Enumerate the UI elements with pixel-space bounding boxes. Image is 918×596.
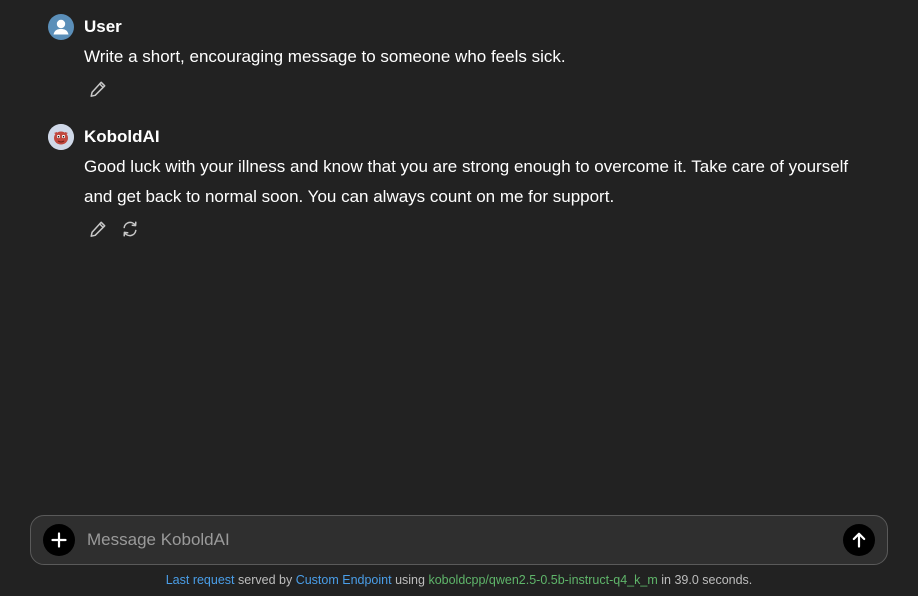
message-header: User [48,14,868,40]
message-user: User Write a short, encouraging message … [48,14,868,100]
edit-icon [90,221,106,237]
sender-name: KoboldAI [84,127,160,146]
duration-text: 39.0 seconds. [674,573,753,587]
add-button[interactable] [43,524,75,556]
edit-button[interactable] [88,79,108,99]
chat-page: User Write a short, encouraging message … [0,0,918,596]
message-input[interactable] [85,524,833,556]
edit-icon [90,81,106,97]
kobold-avatar [48,124,74,150]
message-composer [30,515,888,565]
served-by-text: served by [238,573,293,587]
in-text: in [661,573,671,587]
message-header: KoboldAI [48,124,868,150]
message-actions [88,78,868,100]
request-info-footer: Last request served by Custom Endpoint u… [0,573,918,587]
message-text: Good luck with your illness and know tha… [84,157,849,206]
message-assistant: KoboldAI Good luck with your illness and… [48,124,868,240]
send-button[interactable] [843,524,875,556]
sender-name: User [84,17,122,36]
plus-icon [51,532,67,548]
kobold-logo-icon [48,124,74,150]
using-text: using [395,573,425,587]
regenerate-icon [123,221,137,237]
endpoint-link[interactable]: Custom Endpoint [296,573,392,587]
last-request-link[interactable]: Last request [166,573,235,587]
message-text: Write a short, encouraging message to so… [84,47,566,66]
user-avatar [48,14,74,40]
model-name: koboldcpp/qwen2.5-0.5b-instruct-q4_k_m [428,573,658,587]
regenerate-button[interactable] [120,219,140,239]
message-actions [88,218,868,240]
user-icon [53,19,69,35]
edit-button[interactable] [88,219,108,239]
arrow-up-icon [852,532,866,548]
